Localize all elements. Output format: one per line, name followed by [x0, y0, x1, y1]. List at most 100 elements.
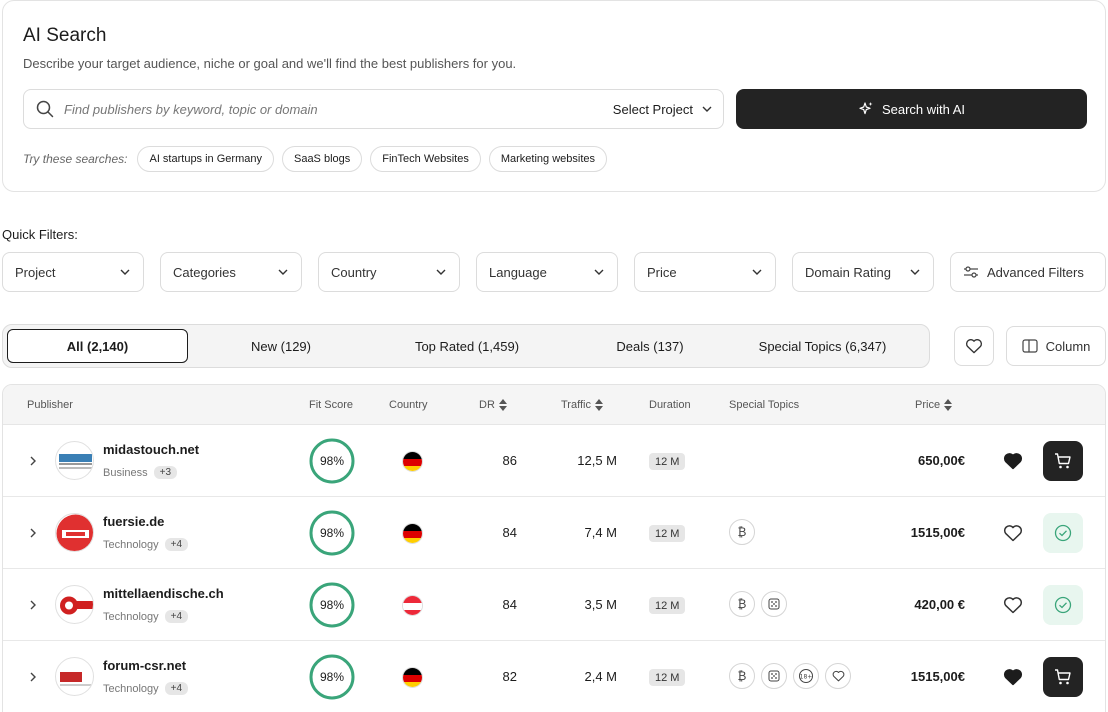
cart-icon: [1055, 669, 1071, 685]
casino-icon: [761, 591, 787, 617]
tab-all[interactable]: All (2,140): [7, 329, 188, 363]
add-to-cart-button[interactable]: [1043, 441, 1083, 481]
search-icon: [36, 100, 54, 118]
heart-filled-icon[interactable]: [1003, 668, 1023, 686]
tab-deals[interactable]: Deals (137): [560, 329, 740, 363]
publisher-logo: [55, 585, 94, 624]
check-circle-icon: [1054, 524, 1072, 542]
table-header: Publisher Fit Score Country DR Traffic D…: [3, 385, 1105, 425]
duration-badge: 12 M: [649, 669, 686, 686]
tab-new[interactable]: New (129): [188, 329, 374, 363]
heart-icon[interactable]: [1003, 524, 1023, 542]
added-to-cart-button[interactable]: [1043, 513, 1083, 553]
bitcoin-icon: ₿: [729, 663, 755, 689]
column-label: Column: [1045, 338, 1091, 354]
filter-label: Categories: [173, 264, 236, 280]
search-box: Select Project: [23, 89, 724, 129]
chevron-right-icon[interactable]: [27, 526, 39, 540]
more-categories-badge[interactable]: +4: [164, 682, 189, 695]
cart-icon: [1055, 453, 1071, 469]
suggestion-chip[interactable]: Marketing websites: [488, 146, 608, 172]
header-dr[interactable]: DR: [479, 385, 507, 425]
advanced-filters-button[interactable]: Advanced Filters: [950, 252, 1106, 292]
try-searches-label: Try these searches:: [23, 152, 128, 166]
filter-country[interactable]: Country: [318, 252, 460, 292]
chevron-right-icon[interactable]: [27, 670, 39, 684]
column-button[interactable]: Column: [1006, 326, 1106, 366]
header-price[interactable]: Price: [915, 385, 953, 425]
heart-filled-icon[interactable]: [1003, 452, 1023, 470]
dr-value: 82: [502, 669, 517, 684]
filter-label: Project: [15, 264, 56, 280]
check-circle-icon: [1054, 596, 1072, 614]
publisher-logo: [55, 657, 94, 696]
heart-icon[interactable]: [1003, 596, 1023, 614]
germany-flag-icon: [402, 523, 423, 544]
header-country: Country: [389, 399, 428, 411]
advanced-filters-label: Advanced Filters: [987, 264, 1084, 280]
ai-search-title: AI Search: [23, 25, 107, 46]
table-row: midastouch.net Business +3 98% 86 12,5 M…: [3, 425, 1105, 497]
publisher-logo: [55, 513, 94, 552]
germany-flag-icon: [402, 451, 423, 472]
filter-language[interactable]: Language: [476, 252, 618, 292]
chevron-down-icon: [752, 269, 762, 275]
traffic-value: 3,5 M: [584, 597, 617, 612]
tab-special-topics[interactable]: Special Topics (6,347): [740, 329, 905, 363]
more-categories-badge[interactable]: +3: [153, 466, 178, 479]
quick-filters-label: Quick Filters:: [2, 227, 78, 242]
select-project-label: Select Project: [612, 101, 693, 117]
dr-value: 86: [502, 453, 517, 468]
publisher-domain[interactable]: forum-csr.net: [103, 658, 186, 673]
filter-project[interactable]: Project: [2, 252, 144, 292]
more-categories-badge[interactable]: +4: [164, 610, 189, 623]
favorites-button[interactable]: [954, 326, 994, 366]
chevron-right-icon[interactable]: [27, 598, 39, 612]
suggestion-chip[interactable]: SaaS blogs: [281, 146, 363, 172]
search-input[interactable]: [64, 99, 544, 119]
select-project-dropdown[interactable]: Select Project: [613, 99, 713, 119]
publisher-domain[interactable]: midastouch.net: [103, 442, 199, 457]
fit-score-value: 98%: [319, 598, 345, 612]
germany-flag-icon: [402, 667, 423, 688]
chevron-down-icon: [278, 269, 288, 275]
dr-value: 84: [502, 525, 517, 540]
filter-domain-rating[interactable]: Domain Rating: [792, 252, 934, 292]
category-label: Technology: [103, 682, 159, 695]
table-row: mittellaendische.ch Technology +4 98% 84…: [3, 569, 1105, 641]
filter-label: Domain Rating: [805, 264, 891, 280]
price-value: 1515,00€: [910, 669, 965, 684]
publisher-domain[interactable]: mittellaendische.ch: [103, 586, 224, 601]
added-to-cart-button[interactable]: [1043, 585, 1083, 625]
filter-categories[interactable]: Categories: [160, 252, 302, 292]
svg-text:18+: 18+: [800, 673, 813, 680]
filter-price[interactable]: Price: [634, 252, 776, 292]
ai-search-subtitle: Describe your target audience, niche or …: [23, 56, 517, 71]
table-row: fuersie.de Technology +4 98% 84 7,4 M 12…: [3, 497, 1105, 569]
fit-score-value: 98%: [319, 670, 345, 684]
search-with-ai-button[interactable]: Search with AI: [736, 89, 1087, 129]
publisher-domain[interactable]: fuersie.de: [103, 514, 164, 529]
chevron-right-icon[interactable]: [27, 454, 39, 468]
suggestion-chip[interactable]: AI startups in Germany: [137, 146, 274, 172]
special-topics: ₿: [729, 591, 787, 617]
columns-icon: [1021, 339, 1038, 353]
special-topics: ₿: [729, 519, 755, 545]
chevron-down-icon: [594, 269, 604, 275]
publisher-logo: [55, 441, 94, 480]
add-to-cart-button[interactable]: [1043, 657, 1083, 697]
publishers-table: Publisher Fit Score Country DR Traffic D…: [2, 384, 1106, 712]
duration-badge: 12 M: [649, 453, 686, 470]
sparkle-icon: [859, 102, 873, 115]
traffic-value: 7,4 M: [584, 525, 617, 540]
more-categories-badge[interactable]: +4: [164, 538, 189, 551]
header-traffic[interactable]: Traffic: [561, 385, 603, 425]
header-traffic-label: Traffic: [561, 399, 591, 411]
traffic-value: 2,4 M: [584, 669, 617, 684]
chevron-down-icon: [702, 106, 712, 112]
price-value: 650,00€: [918, 453, 965, 468]
special-topics: ₿ 18+: [729, 663, 851, 689]
tab-top-rated[interactable]: Top Rated (1,459): [374, 329, 560, 363]
chevron-down-icon: [436, 269, 446, 275]
suggestion-chip[interactable]: FinTech Websites: [370, 146, 481, 172]
